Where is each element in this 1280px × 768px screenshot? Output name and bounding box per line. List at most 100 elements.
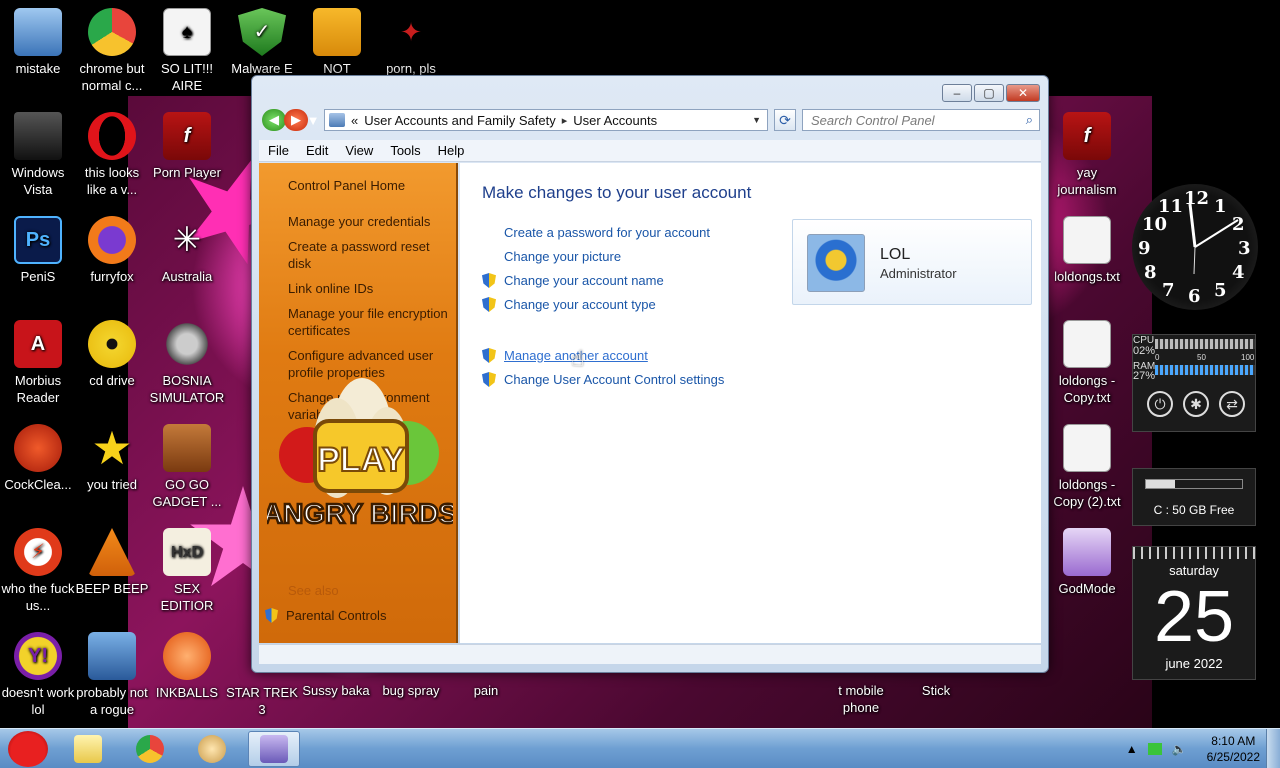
address-bar[interactable]: « User Accounts and Family Safety ▸ User…	[324, 109, 768, 131]
volume-icon[interactable]: 🔈	[1172, 742, 1187, 756]
desktop-icon-loldongs[interactable]: loldongs.txt	[1049, 216, 1125, 285]
address-overflow-chevron[interactable]: «	[351, 113, 358, 128]
change-account-name-link[interactable]: Change your account name	[504, 273, 664, 288]
clock-gadget[interactable]: 12 1 2 3 4 5 6 7 8 9 10 11	[1132, 184, 1258, 310]
search-icon[interactable]: ⌕	[1026, 112, 1033, 128]
desktop-icon-loldongs-copy-2[interactable]: loldongs - Copy (2).txt	[1049, 424, 1125, 510]
manage-credentials-link[interactable]: Manage your credentials	[288, 213, 456, 230]
text-file-icon	[1063, 424, 1111, 472]
computer-icon	[14, 8, 62, 56]
breadcrumb-separator-icon[interactable]: ▸	[562, 114, 568, 127]
create-password-link[interactable]: Create a password for your account	[504, 225, 710, 240]
desktop-icon-loldongs-copy[interactable]: loldongs - Copy.txt	[1049, 320, 1125, 406]
desktop-icon-porn-player[interactable]: f Porn Player	[149, 112, 225, 181]
taskbar-explorer[interactable]	[62, 731, 114, 767]
close-button[interactable]: ✕	[1006, 84, 1040, 102]
page-title: Make changes to your user account	[482, 183, 752, 202]
hand-cursor-icon: ☝	[571, 346, 585, 371]
back-button[interactable]: ◀	[262, 109, 286, 131]
desktop-icon-who-the[interactable]: ⚡ who the fuck us...	[0, 528, 76, 614]
password-reset-disk-link[interactable]: Create a password reset disk	[288, 238, 456, 272]
menu-file[interactable]: File	[259, 143, 297, 158]
godmode-icon	[1063, 528, 1111, 576]
drive-meter-gadget[interactable]: C : 50 GB Free	[1132, 468, 1256, 526]
breadcrumb-user-accounts[interactable]: User Accounts	[573, 113, 657, 128]
minimize-button[interactable]: –	[942, 84, 972, 102]
link-online-ids-link[interactable]: Link online IDs	[288, 280, 456, 297]
start-button[interactable]	[4, 729, 52, 768]
desktop-icon-cd-drive[interactable]: cd drive	[74, 320, 150, 389]
menu-help[interactable]: Help	[429, 143, 473, 158]
cpu-meter-gadget[interactable]: CPU 02% 0 50 100 RAM 27% ⏻ ✱ ⇄	[1132, 334, 1256, 432]
file-encryption-link[interactable]: Manage your file encryption certificates	[288, 305, 456, 339]
desktop-icon-mistake[interactable]: mistake	[0, 8, 76, 77]
uac-settings-link[interactable]: Change User Account Control settings	[504, 372, 724, 387]
desktop-icon-opera[interactable]: this looks like a v...	[74, 112, 150, 198]
settings-icon[interactable]: ✱	[1183, 391, 1209, 417]
system-tray: ▲ 🔈 8:10 AM 6/25/2022	[1126, 729, 1260, 768]
taskbar-control-panel[interactable]	[248, 731, 300, 767]
change-account-type-link[interactable]: Change your account type	[504, 297, 656, 312]
switch-icon[interactable]: ⇄	[1219, 391, 1245, 417]
desktop-icon-sex-editior[interactable]: HxD SEX EDITIOR	[149, 528, 225, 614]
user-role: Administrator	[880, 266, 957, 281]
desktop-icon-porn-pls[interactable]: ✦ porn, pls	[373, 8, 449, 77]
show-hidden-icons-icon[interactable]: ▲	[1126, 742, 1138, 756]
uac-shield-icon	[482, 348, 496, 363]
control-panel-home-link[interactable]: Control Panel Home	[288, 177, 456, 194]
menu-edit[interactable]: Edit	[297, 143, 336, 158]
show-desktop-button[interactable]	[1266, 729, 1280, 768]
trash-icon	[14, 112, 62, 160]
shield-icon: ✓	[238, 8, 286, 56]
desktop-icon-chrome[interactable]: chrome but normal c...	[74, 8, 150, 94]
breadcrumb-user-accounts-family-safety[interactable]: User Accounts and Family Safety	[364, 113, 555, 128]
taskbar-chrome[interactable]	[124, 731, 176, 767]
desktop-icon-ccleaner[interactable]: CockClea...	[0, 424, 76, 493]
desktop-icon-inkballs[interactable]: INKBALLS	[149, 632, 225, 701]
power-icon[interactable]: ⏻	[1147, 391, 1173, 417]
taskbar-clock[interactable]: 8:10 AM 6/25/2022	[1207, 733, 1260, 765]
desktop-icon-beep-beep[interactable]: BEEP BEEP	[74, 528, 150, 597]
window-controls: – ▢ ✕	[942, 84, 1040, 102]
cd-icon	[88, 320, 136, 368]
spider-icon: ✳	[172, 220, 202, 259]
avatar[interactable]	[807, 234, 865, 292]
logo-icon: ✦	[387, 8, 435, 56]
desktop-icon-yahoo[interactable]: Y! doesn't work lol	[0, 632, 76, 718]
refresh-button[interactable]: ⟳	[774, 109, 796, 131]
promo-play-text: PLAY	[317, 441, 405, 479]
desktop-icon-bosnia[interactable]: BOSNIA SIMULATOR	[149, 320, 225, 406]
desktop-icon-godmode[interactable]: GodMode	[1049, 528, 1125, 597]
change-picture-link[interactable]: Change your picture	[504, 249, 621, 264]
chrome-icon	[88, 8, 136, 56]
menu-tools[interactable]: Tools	[381, 143, 428, 158]
desktop-icon-go-go-gadget[interactable]: GO GO GADGET ...	[149, 424, 225, 510]
address-dropdown-icon[interactable]: ▼	[752, 115, 761, 125]
folder-icon	[74, 735, 102, 763]
desktop-icon-morbius-reader[interactable]: A Morbius Reader	[0, 320, 76, 406]
menu-view[interactable]: View	[336, 143, 381, 158]
recent-pages-dropdown[interactable]: ▼	[307, 109, 320, 131]
calendar-rings	[1133, 547, 1255, 559]
desktop-icon-so-lit[interactable]: ♠ SO LIT!!! AIRE	[149, 8, 225, 94]
desktop-icon-probably-not[interactable]: probably not a rogue	[74, 632, 150, 718]
calendar-gadget[interactable]: saturday 25 june 2022	[1132, 546, 1256, 680]
desktop-icon-malware[interactable]: ✓ Malware E	[224, 8, 300, 77]
maximize-button[interactable]: ▢	[974, 84, 1004, 102]
desktop-icon-furryfox[interactable]: furryfox	[74, 216, 150, 285]
calendar-date-number: 25	[1153, 577, 1235, 657]
control-panel-icon	[329, 113, 345, 127]
network-icon[interactable]	[1147, 743, 1162, 755]
desktop-icon-not[interactable]: NOT	[299, 8, 375, 77]
search-input[interactable]: Search Control Panel ⌕	[802, 109, 1040, 131]
desktop-icon-australia[interactable]: ✳ Australia	[149, 216, 225, 285]
forward-button[interactable]: ▶	[284, 109, 308, 131]
see-also-heading: See also	[288, 583, 339, 598]
desktop-icon-yay-journalism[interactable]: f yay journalism	[1049, 112, 1125, 198]
desktop-icon-penis[interactable]: Ps PeniS	[0, 216, 76, 285]
desktop-icon-windows-vista[interactable]: Windows Vista	[0, 112, 76, 198]
parental-controls-link[interactable]: Parental Controls	[265, 608, 386, 623]
desktop-icon-you-tried[interactable]: ★ you tried	[74, 424, 150, 493]
uac-shield-icon	[482, 273, 496, 288]
taskbar-paint[interactable]	[186, 731, 238, 767]
